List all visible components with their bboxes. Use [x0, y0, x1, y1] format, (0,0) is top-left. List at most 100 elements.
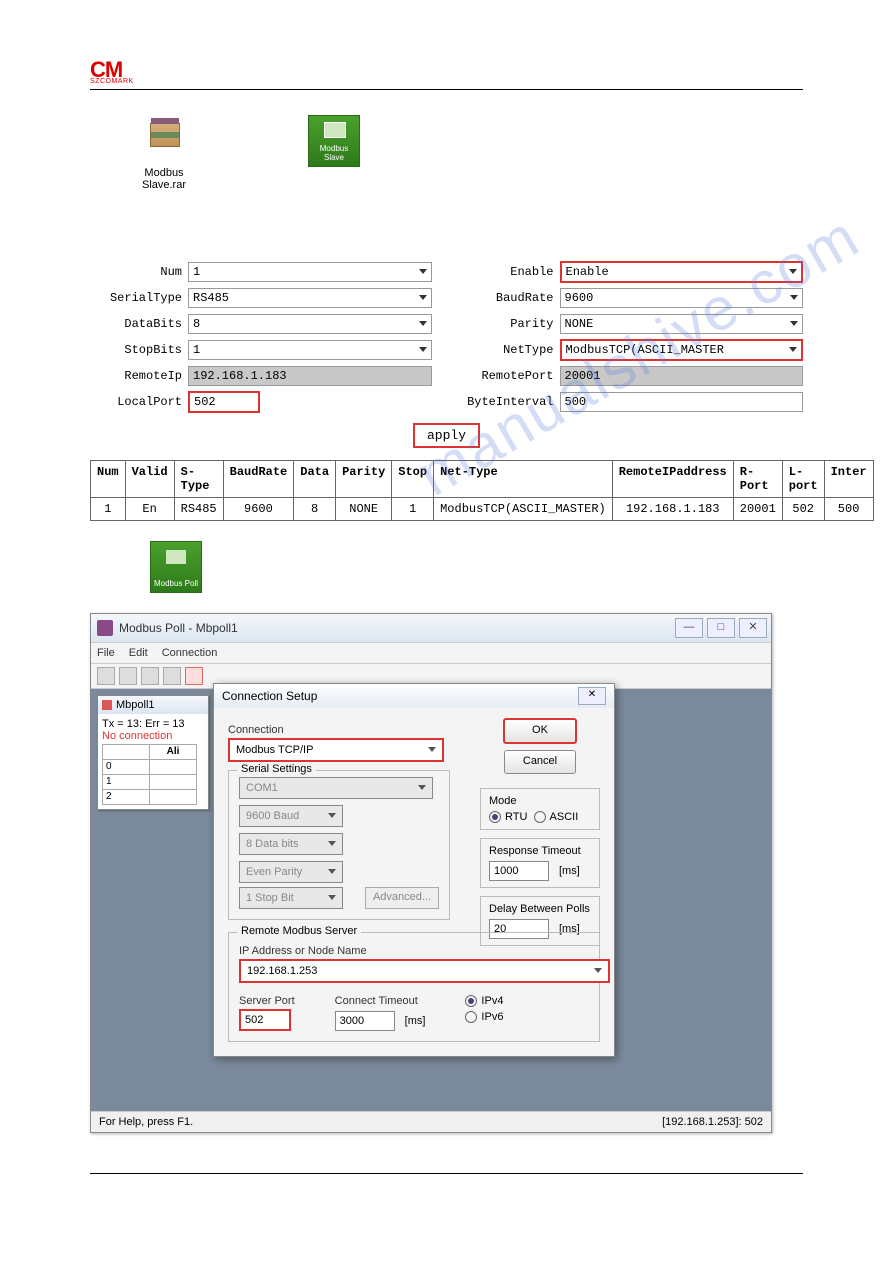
stopbits-select[interactable]: 1: [188, 340, 432, 360]
nettype-label: NetType: [462, 343, 554, 357]
serialtype-label: SerialType: [90, 291, 182, 305]
byteinterval-field[interactable]: 500: [560, 392, 804, 412]
localport-field[interactable]: 502: [188, 391, 260, 413]
apply-button[interactable]: apply: [413, 423, 480, 448]
th-lport: L-port: [782, 460, 824, 497]
serial-legend: Serial Settings: [237, 763, 316, 775]
advanced-button[interactable]: Advanced...: [365, 887, 439, 909]
chevron-down-icon: [419, 269, 427, 274]
remoteip-label: RemoteIp: [90, 369, 182, 383]
row-0: 0: [103, 759, 150, 774]
minimize-button[interactable]: —: [675, 618, 703, 638]
x-icon[interactable]: [185, 667, 203, 685]
com-select: COM1: [239, 777, 433, 799]
td-stype: RS485: [174, 497, 223, 520]
mbpoll-doc-window[interactable]: Mbpoll1 Tx = 13: Err = 13 No connection …: [97, 695, 209, 810]
baudrate-select[interactable]: 9600: [560, 288, 804, 308]
stop-select: 1 Stop Bit: [239, 887, 343, 909]
remoteip-value: 192.168.1.183: [193, 369, 287, 383]
baud-select: 9600 Baud: [239, 805, 343, 827]
enable-select[interactable]: Enable: [560, 261, 804, 283]
th-stype: S-Type: [174, 460, 223, 497]
connection-setup-dialog: Connection Setup ✕ OK Cancel Mode RTU AS: [213, 683, 615, 1057]
ip-label: IP Address or Node Name: [239, 945, 589, 957]
slave-tile-label: Modbus Slave: [308, 115, 360, 167]
chevron-down-icon: [790, 321, 798, 326]
cancel-button[interactable]: Cancel: [504, 750, 576, 774]
ipv4-radio[interactable]: [465, 995, 477, 1007]
modbus-poll-tile[interactable]: Modbus Poll: [150, 541, 202, 593]
databits-select[interactable]: 8: [188, 314, 432, 334]
winrar-icon: [140, 115, 188, 163]
rar-label-2: Slave.rar: [140, 179, 188, 191]
ok-button[interactable]: OK: [503, 718, 577, 744]
config-table: Num Valid S-Type BaudRate Data Parity St…: [90, 460, 874, 521]
menu-edit[interactable]: Edit: [129, 647, 148, 659]
serialtype-select[interactable]: RS485: [188, 288, 432, 308]
table-header-row: Num Valid S-Type BaudRate Data Parity St…: [91, 460, 874, 497]
parity-select: Even Parity: [239, 861, 343, 883]
parity-value: NONE: [565, 317, 594, 331]
ip-input[interactable]: 192.168.1.253: [239, 959, 610, 983]
modbus-slave-tile[interactable]: Modbus Slave: [308, 115, 360, 191]
dialog-close-button[interactable]: ✕: [578, 687, 606, 705]
ipv4-label: IPv4: [481, 995, 503, 1007]
menu-connection[interactable]: Connection: [162, 647, 218, 659]
chevron-down-icon: [419, 295, 427, 300]
remoteport-value: 20001: [565, 369, 601, 383]
maximize-button[interactable]: □: [707, 618, 735, 638]
byteinterval-label: ByteInterval: [462, 395, 554, 409]
save-icon[interactable]: [141, 667, 159, 685]
serialtype-value: RS485: [193, 291, 229, 305]
td-baud: 9600: [223, 497, 294, 520]
status-right: [192.168.1.253]: 502: [662, 1116, 763, 1128]
localport-label: LocalPort: [90, 395, 182, 409]
th-data: Data: [294, 460, 336, 497]
chevron-down-icon: [418, 785, 426, 790]
baudrate-label: BaudRate: [462, 291, 554, 305]
nettype-select[interactable]: ModbusTCP(ASCII_MASTER: [560, 339, 804, 361]
cto-input[interactable]: 3000: [335, 1011, 395, 1031]
server-port-input[interactable]: 502: [239, 1009, 291, 1031]
client-area: Mbpoll1 Tx = 13: Err = 13 No connection …: [91, 689, 771, 1111]
logo-sub: SZCOMARK: [90, 78, 803, 85]
remoteport-label: RemotePort: [462, 369, 554, 383]
rar-file-icon[interactable]: Modbus Slave.rar: [140, 115, 188, 191]
resp-input[interactable]: 1000: [489, 861, 549, 881]
enable-label: Enable: [462, 265, 554, 279]
th-rip: RemoteIPaddress: [612, 460, 733, 497]
ascii-label: ASCII: [550, 811, 579, 823]
conn-select[interactable]: Modbus TCP/IP: [228, 738, 444, 762]
td-nettype: ModbusTCP(ASCII_MASTER): [434, 497, 613, 520]
register-table: Ali 0 1 2: [102, 744, 197, 805]
titlebar[interactable]: Modbus Poll - Mbpoll1 — □ ✕: [91, 614, 771, 642]
print-icon[interactable]: [163, 667, 181, 685]
desktop-icons-row: Modbus Slave.rar Modbus Slave: [140, 115, 803, 191]
ipv6-radio[interactable]: [465, 1011, 477, 1023]
close-button[interactable]: ✕: [739, 618, 767, 638]
parity-select[interactable]: NONE: [560, 314, 804, 334]
rtu-radio[interactable]: [489, 811, 501, 823]
tx-err-line: Tx = 13: Err = 13: [102, 718, 204, 730]
byteinterval-value: 500: [565, 395, 587, 409]
chevron-down-icon: [328, 841, 336, 846]
enable-value: Enable: [566, 265, 609, 279]
dialog-title: Connection Setup: [222, 689, 317, 703]
num-select[interactable]: 1: [188, 262, 432, 282]
ms-label: [ms]: [559, 865, 580, 877]
td-rip: 192.168.1.183: [612, 497, 733, 520]
open-icon[interactable]: [119, 667, 137, 685]
status-left: For Help, press F1.: [99, 1116, 193, 1128]
mbpoll-window: Modbus Poll - Mbpoll1 — □ ✕ File Edit Co…: [90, 613, 772, 1133]
rtu-label: RTU: [505, 811, 527, 823]
th-baud: BaudRate: [223, 460, 294, 497]
ascii-radio[interactable]: [534, 811, 546, 823]
chevron-down-icon: [789, 347, 797, 352]
sport-label: Server Port: [239, 995, 295, 1007]
menu-file[interactable]: File: [97, 647, 115, 659]
td-stop: 1: [392, 497, 434, 520]
chevron-down-icon: [789, 269, 797, 274]
new-icon[interactable]: [97, 667, 115, 685]
num-label: Num: [90, 265, 182, 279]
parity-label: Parity: [462, 317, 554, 331]
